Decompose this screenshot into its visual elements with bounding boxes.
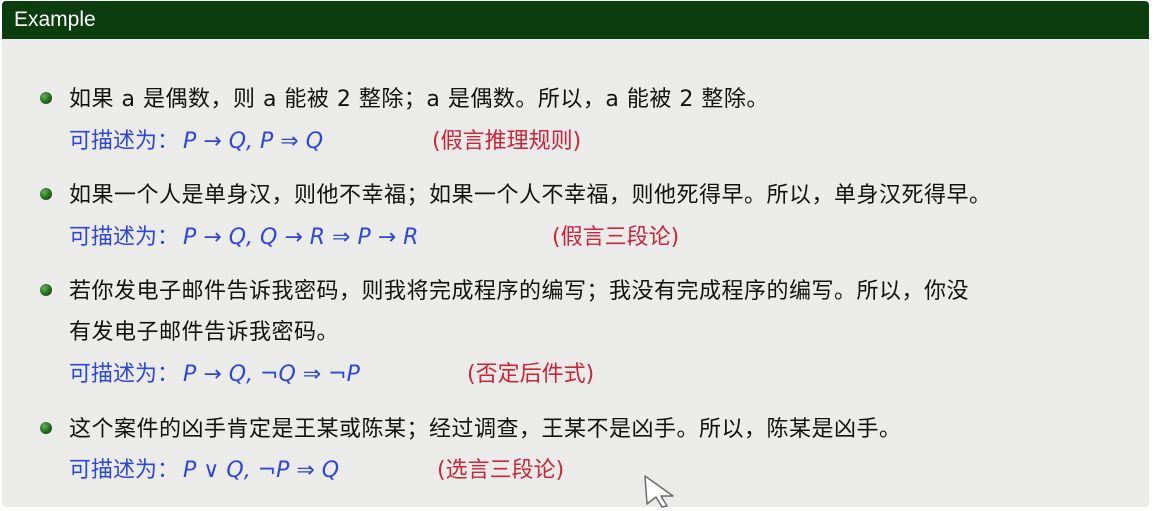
bullet-icon xyxy=(40,284,52,296)
item-text: 这个案件的凶手肯定是王某或陈某；经过调查，王某不是凶手。所以，陈某是凶手。 xyxy=(69,417,902,442)
formula: P → Q, Q → R ⇒ P → R xyxy=(183,225,419,250)
formula-label: 可描述为： xyxy=(69,362,180,387)
bullet-icon xyxy=(40,422,52,434)
bullet-icon xyxy=(40,188,52,200)
mouse-pointer-icon xyxy=(644,475,674,508)
item-text: 若你发电子邮件告诉我密码，则我将完成程序的编写；我没有完成程序的编写。所以，你没 xyxy=(69,279,970,304)
formula-label: 可描述为： xyxy=(69,225,180,250)
formula-line: 可描述为： P ∨ Q, ¬P ⇒ Q xyxy=(69,452,339,484)
block-header: Example xyxy=(2,1,1149,39)
formula: P → Q, P ⇒ Q xyxy=(183,129,324,154)
formula-line: 可描述为： P → Q, Q → R ⇒ P → R xyxy=(69,219,418,251)
formula-label: 可描述为： xyxy=(69,129,180,154)
rule-name: (假言推理规则) xyxy=(432,129,582,154)
example-block: Example 如果 a 是偶数，则 a 能被 2 整除；a 是偶数。所以，a … xyxy=(2,1,1149,507)
item-text-continued: 有发电子邮件告诉我密码。 xyxy=(69,320,340,345)
formula-label: 可描述为： xyxy=(69,458,180,483)
item-text: 如果一个人是单身汉，则他不幸福；如果一个人不幸福，则他死得早。所以，单身汉死得早… xyxy=(69,183,992,208)
formula: P → Q, ¬Q ⇒ ¬P xyxy=(183,362,360,387)
formula-line: 可描述为： P → Q, ¬Q ⇒ ¬P xyxy=(69,356,360,388)
bullet-icon xyxy=(40,92,52,104)
rule-name: (假言三段论) xyxy=(552,225,680,250)
block-title: Example xyxy=(14,8,96,31)
rule-name: (否定后件式) xyxy=(467,362,595,387)
rule-name: (选言三段论) xyxy=(437,458,565,483)
formula-line: 可描述为： P → Q, P ⇒ Q xyxy=(69,123,323,155)
formula: P ∨ Q, ¬P ⇒ Q xyxy=(183,458,340,483)
item-text: 如果 a 是偶数，则 a 能被 2 整除；a 是偶数。所以，a 能被 2 整除。 xyxy=(69,87,769,112)
